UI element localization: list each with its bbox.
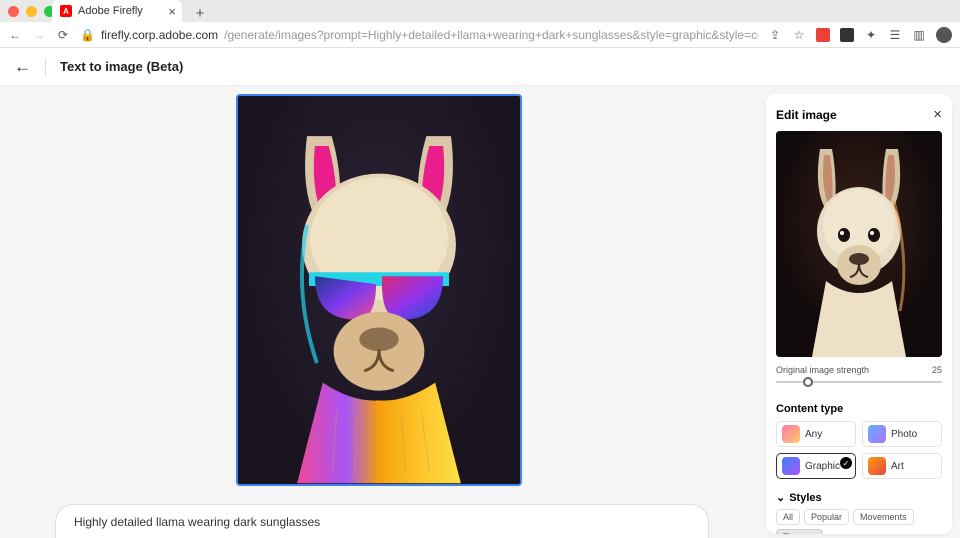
swatch-icon <box>782 457 800 475</box>
browser-tab-active[interactable]: A Adobe Firefly × <box>52 0 182 22</box>
content-type-label-text: Art <box>891 461 904 472</box>
chevron-down-icon: ⌄ <box>776 491 785 504</box>
strength-value: 25 <box>932 365 942 375</box>
style-tab-all[interactable]: All <box>776 509 800 525</box>
content-type-label-text: Graphic <box>805 461 840 472</box>
nav-back-button[interactable]: ← <box>8 28 22 42</box>
tab-close-icon[interactable]: × <box>168 4 176 19</box>
content-type-label: Content type <box>776 403 942 415</box>
content-type-graphic[interactable]: Graphic ✓ <box>776 453 856 479</box>
profile-avatar[interactable] <box>936 27 952 43</box>
browser-tabstrip: A Adobe Firefly × + <box>52 0 210 22</box>
extension-icon[interactable] <box>840 28 854 42</box>
workspace: Highly detailed llama wearing dark sungl… <box>0 86 960 538</box>
window-minimize-button[interactable] <box>26 6 37 17</box>
extension-icons: ✦ ☰ ▥ <box>816 27 952 43</box>
side-panel-icon[interactable]: ▥ <box>912 28 926 42</box>
content-type-photo[interactable]: Photo <box>862 421 942 447</box>
app-back-button[interactable]: ← <box>14 57 31 77</box>
styles-label: Styles <box>789 492 821 504</box>
browser-toolbar: ← → ⟳ 🔒 firefly.corp.adobe.com /generate… <box>0 22 960 48</box>
llama-stylized-art <box>238 96 520 484</box>
strength-label: Original image strength <box>776 365 869 375</box>
extension-icon[interactable] <box>816 28 830 42</box>
prompt-text: Highly detailed llama wearing dark sungl… <box>74 515 320 529</box>
check-icon: ✓ <box>840 457 852 469</box>
strength-slider[interactable] <box>776 375 942 389</box>
share-icon[interactable]: ⇪ <box>768 28 782 42</box>
content-type-any[interactable]: Any <box>776 421 856 447</box>
url-host: firefly.corp.adobe.com <box>101 28 218 42</box>
tab-title: Adobe Firefly <box>78 5 143 17</box>
url-path: /generate/images?prompt=Highly+detailed+… <box>224 28 758 42</box>
tab-favicon: A <box>60 5 72 17</box>
edit-image-panel: Edit image × <box>766 94 952 534</box>
window-controls <box>8 6 55 17</box>
styles-header[interactable]: ⌄ Styles <box>776 491 942 504</box>
os-titlebar: A Adobe Firefly × + <box>0 0 960 22</box>
app-header: ← Text to image (Beta) <box>0 48 960 86</box>
bookmark-star-icon[interactable]: ☆ <box>792 28 806 42</box>
style-tab-popular[interactable]: Popular <box>804 509 849 525</box>
content-type-art[interactable]: Art <box>862 453 942 479</box>
generated-image-preview[interactable] <box>236 94 522 486</box>
prompt-input[interactable]: Highly detailed llama wearing dark sungl… <box>55 504 709 538</box>
address-bar[interactable]: 🔒 firefly.corp.adobe.com /generate/image… <box>80 28 758 42</box>
new-tab-button[interactable]: + <box>190 5 210 22</box>
close-icon[interactable]: × <box>933 106 942 123</box>
swatch-icon <box>868 457 886 475</box>
content-type-grid: Any Photo Graphic ✓ Art <box>776 421 942 479</box>
extensions-menu-icon[interactable]: ✦ <box>864 28 878 42</box>
header-divider <box>45 58 46 76</box>
slider-knob[interactable] <box>803 377 813 387</box>
style-tabs: All Popular Movements Themes <box>776 509 942 534</box>
content-type-label-text: Photo <box>891 429 917 440</box>
nav-forward-button[interactable]: → <box>32 28 46 42</box>
window-close-button[interactable] <box>8 6 19 17</box>
content-type-label-text: Any <box>805 429 822 440</box>
style-tab-movements[interactable]: Movements <box>853 509 914 525</box>
strength-slider-row: Original image strength 25 <box>776 365 942 389</box>
original-image-thumbnail[interactable] <box>776 131 942 357</box>
style-tab-themes[interactable]: Themes <box>776 529 823 534</box>
lock-icon: 🔒 <box>80 28 95 42</box>
swatch-icon <box>782 425 800 443</box>
reading-list-icon[interactable]: ☰ <box>888 28 902 42</box>
nav-reload-button[interactable]: ⟳ <box>56 28 70 42</box>
edit-panel-title: Edit image <box>776 108 837 122</box>
swatch-icon <box>868 425 886 443</box>
page-title: Text to image (Beta) <box>60 59 183 74</box>
